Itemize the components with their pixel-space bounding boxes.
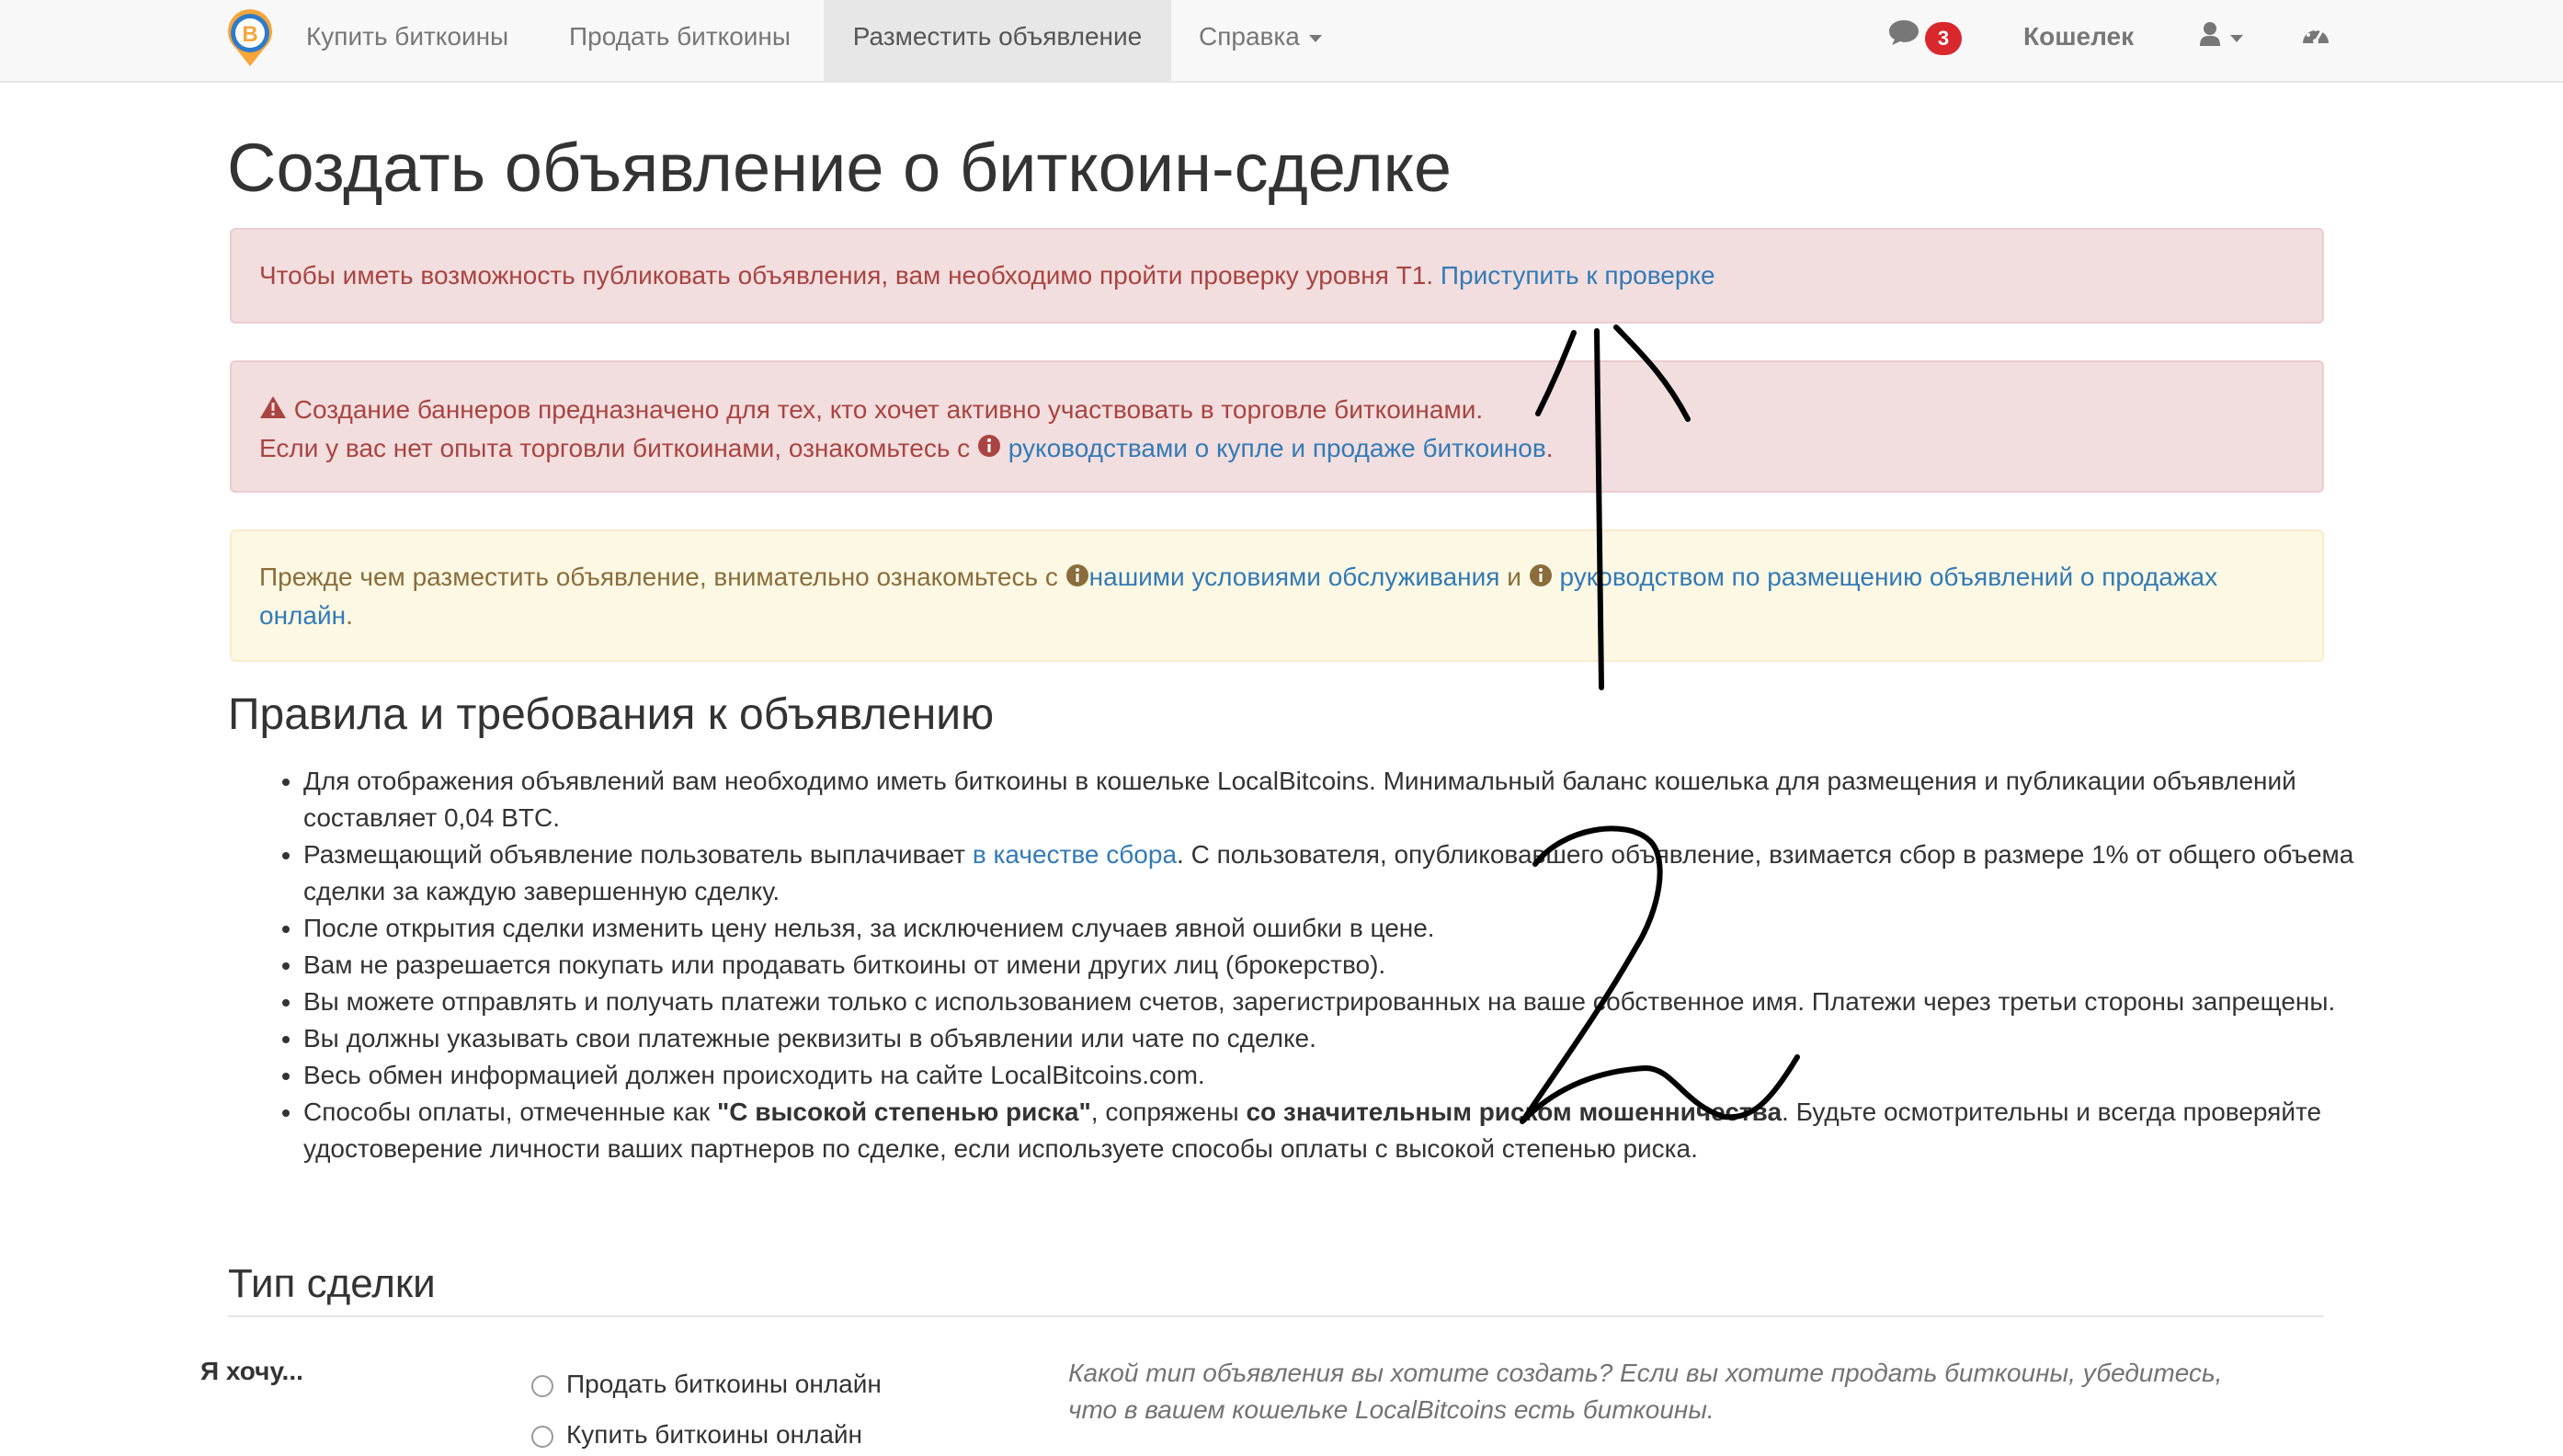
nav-help-dropdown[interactable]: Справка <box>1199 0 1322 81</box>
logo-letter: B <box>242 22 257 47</box>
nav-post-ad[interactable]: Разместить объявление <box>824 0 1171 81</box>
page-title: Создать объявление о биткоин-сделке <box>227 130 1452 206</box>
rule-fee: Размещающий объявление пользователь выпл… <box>303 836 2363 910</box>
nav-sell-bitcoins[interactable]: Продать биткоины <box>569 0 791 81</box>
rule-high-risk: Способы оплаты, отмеченные как "С высоко… <box>303 1094 2363 1167</box>
rule-price-change: После открытия сделки изменить цену нель… <box>303 910 2363 947</box>
radio-sell-online-input[interactable] <box>531 1374 553 1397</box>
radio-buy-online-label: Купить биткоины онлайн <box>566 1420 862 1449</box>
nav-user-dropdown[interactable] <box>2199 0 2243 81</box>
nav-wallet[interactable]: Кошелек <box>2023 0 2134 81</box>
verification-alert-text: Чтобы иметь возможность публиковать объя… <box>259 261 1441 290</box>
rule-communication: Весь обмен информацией должен происходит… <box>303 1057 2363 1094</box>
fee-link[interactable]: в качестве сбора <box>973 840 1177 869</box>
messages-count-badge: 3 <box>1925 21 1962 55</box>
localbitcoins-logo[interactable]: B <box>224 7 276 68</box>
rule-no-brokering: Вам не разрешается покупать или продават… <box>303 947 2363 984</box>
chevron-down-icon <box>1308 34 1322 42</box>
terms-end: . <box>346 600 353 630</box>
info-circle-icon <box>1529 561 1553 597</box>
start-verification-link[interactable]: Приступить к проверке <box>1441 261 1715 290</box>
rules-heading: Правила и требования к объявлению <box>228 690 995 739</box>
rules-list: Для отображения объявлений вам необходим… <box>267 763 2363 1167</box>
top-navbar: B Купить биткоины Продать биткоины Разме… <box>0 0 2563 83</box>
rule-min-balance: Для отображения объявлений вам необходим… <box>303 763 2363 836</box>
trade-type-heading: Тип сделки <box>228 1261 436 1306</box>
rule-high-risk-text: Способы оплаты, отмеченные как <box>303 1098 718 1126</box>
section-divider <box>228 1315 2324 1317</box>
terms-warning-text: Прежде чем разместить объявление, внимат… <box>259 563 1065 591</box>
radio-sell-online[interactable]: Продать биткоины онлайн <box>531 1370 882 1399</box>
info-circle-icon <box>1065 561 1089 597</box>
trade-type-help-text: Какой тип объявления вы хотите создать? … <box>1068 1359 2223 1424</box>
rule-high-risk-text2: , сопряжены <box>1090 1098 1247 1126</box>
info-circle-icon <box>977 431 1001 468</box>
fraud-risk-emphasis: со значительным риском мошенничества <box>1246 1098 1783 1126</box>
rule-own-accounts: Вы можете отправлять и получать платежи … <box>303 984 2363 1020</box>
rule-fee-text: Размещающий объявление пользователь выпл… <box>303 840 973 869</box>
dashboard-gauge-icon <box>2301 2 2330 75</box>
banners-warning-line2: Если у вас нет опыта торговли биткоинами… <box>259 430 2295 469</box>
chat-bubble-icon <box>1886 2 1921 75</box>
terms-of-service-link[interactable]: нашими условиями обслуживания <box>1089 563 1500 591</box>
banners-guides-end: . <box>1545 433 1554 462</box>
high-risk-label: "С высокой степенью риска" <box>717 1098 1091 1126</box>
banners-guides-text: Если у вас нет опыта торговли биткоинами… <box>259 433 977 462</box>
warning-triangle-icon <box>259 393 287 430</box>
nav-buy-bitcoins[interactable]: Купить биткоины <box>306 0 508 81</box>
terms-and-text: и <box>1499 563 1529 591</box>
nav-dashboard[interactable] <box>2301 0 2330 81</box>
rule-payment-details: Вы должны указывать свои платежные рекви… <box>303 1020 2363 1057</box>
radio-buy-online-input[interactable] <box>531 1425 553 1448</box>
verification-alert: Чтобы иметь возможность публиковать объя… <box>230 228 2324 324</box>
radio-sell-online-label: Продать биткоины онлайн <box>566 1370 882 1398</box>
banners-warning-line1: Создание баннеров предназначено для тех,… <box>259 392 2295 430</box>
terms-warning-alert: Прежде чем разместить объявление, внимат… <box>230 529 2324 662</box>
nav-messages[interactable]: 3 <box>1886 0 1962 81</box>
radio-buy-online[interactable]: Купить биткоины онлайн <box>531 1420 862 1450</box>
buy-sell-guides-link[interactable]: руководствами о купле и продаже биткоино… <box>1008 434 1546 462</box>
nav-help-label: Справка <box>1199 22 1300 51</box>
banners-warning-alert: Создание баннеров предназначено для тех,… <box>230 360 2324 493</box>
i-want-label: Я хочу... <box>200 1357 303 1385</box>
chevron-down-icon <box>2230 34 2243 42</box>
banners-warning-text: Создание баннеров предназначено для тех,… <box>293 395 1484 424</box>
user-icon <box>2199 2 2221 75</box>
